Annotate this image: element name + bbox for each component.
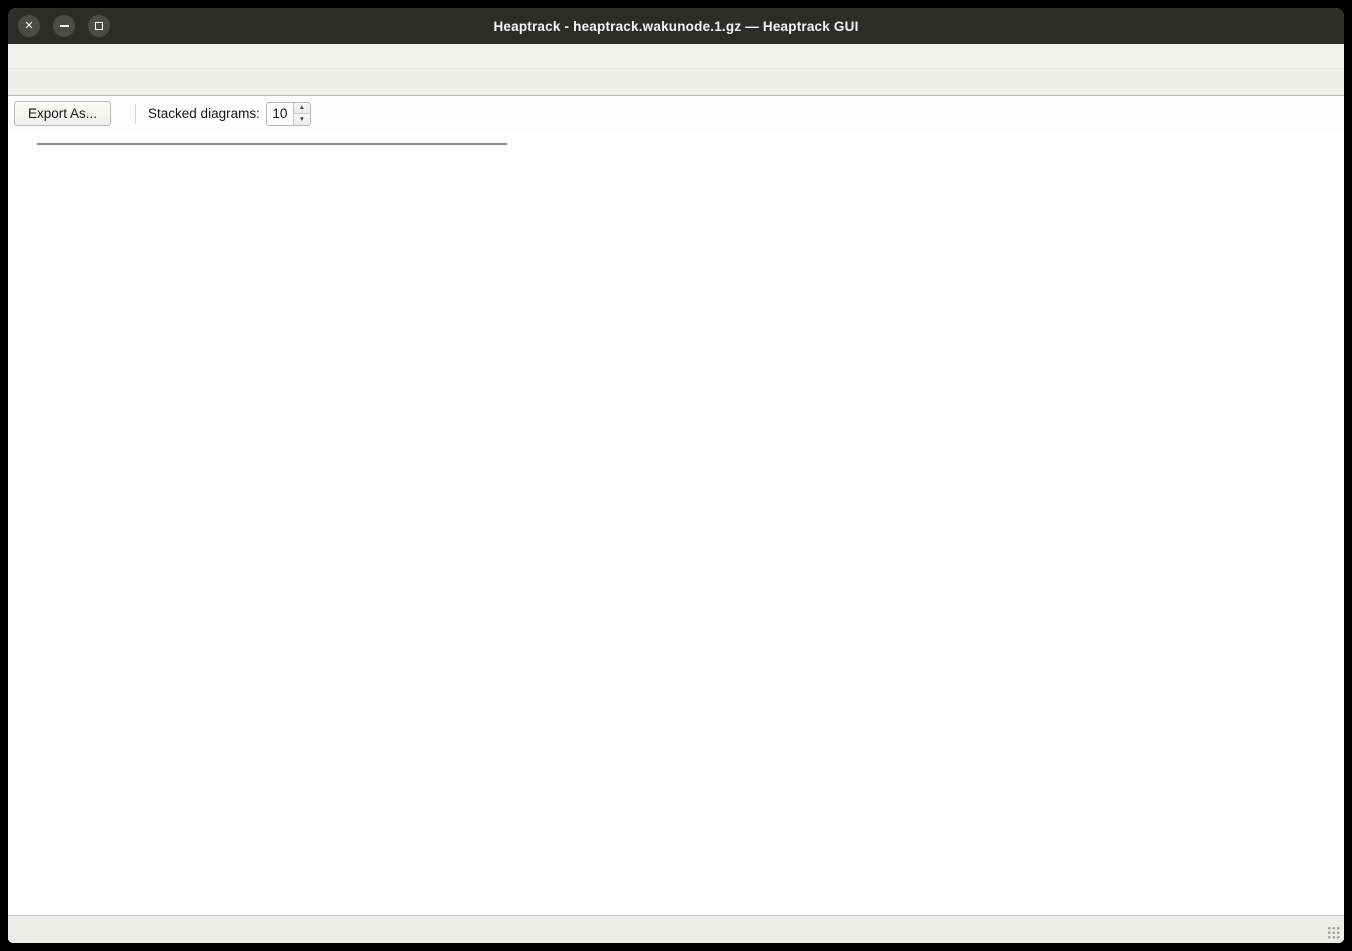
minimize-button[interactable] — [53, 15, 75, 37]
window-title: Heaptrack - heaptrack.wakunode.1.gz — He… — [493, 19, 858, 34]
toolbar: Export As... Stacked diagrams: 10 ▲ ▼ — [8, 96, 1344, 131]
window-controls: ✕ — [18, 8, 110, 44]
menu-bar — [8, 44, 1344, 69]
stacked-diagrams-label: Stacked diagrams: — [148, 106, 260, 121]
export-as-button[interactable]: Export As... — [14, 101, 111, 126]
title-bar[interactable]: ✕ Heaptrack - heaptrack.wakunode.1.gz — … — [8, 8, 1344, 44]
chart-panel — [8, 131, 1344, 915]
minimize-icon — [60, 25, 69, 27]
maximize-button[interactable] — [88, 15, 110, 37]
toolbar-separator — [135, 104, 136, 124]
stacked-diagrams-spinbox[interactable]: 10 ▲ ▼ — [266, 102, 311, 126]
spin-buttons: ▲ ▼ — [293, 103, 310, 125]
desktop-frame: ✕ Heaptrack - heaptrack.wakunode.1.gz — … — [0, 0, 1352, 951]
status-bar — [8, 915, 1344, 943]
stacked-diagrams-value[interactable]: 10 — [267, 103, 293, 125]
close-icon: ✕ — [24, 21, 33, 32]
chart-legend — [37, 143, 507, 145]
close-button[interactable]: ✕ — [18, 15, 40, 37]
maximize-icon — [95, 22, 103, 30]
spin-down-button[interactable]: ▼ — [294, 114, 310, 125]
resize-grip[interactable] — [1327, 926, 1340, 939]
application-window: ✕ Heaptrack - heaptrack.wakunode.1.gz — … — [8, 8, 1344, 943]
tab-bar — [8, 69, 1344, 96]
consumption-chart — [8, 131, 1344, 915]
spin-up-button[interactable]: ▲ — [294, 103, 310, 115]
